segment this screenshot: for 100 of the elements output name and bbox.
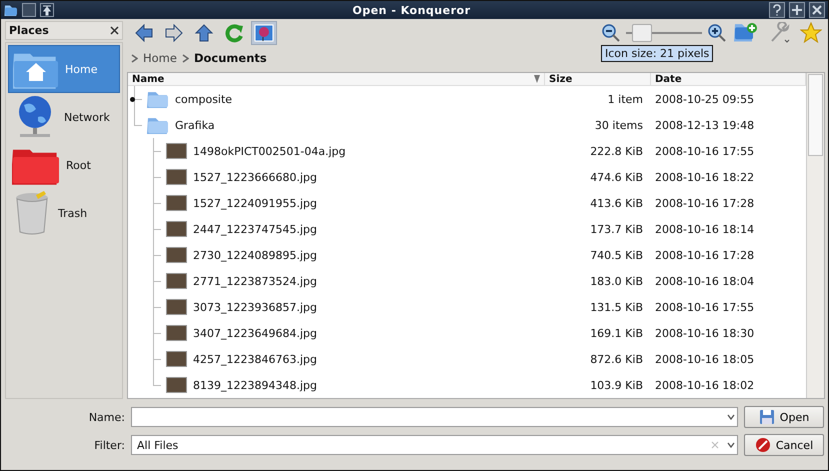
zoom-out-icon: [601, 23, 621, 43]
file-date: 2008-10-16 18:30: [654, 326, 756, 340]
folder-icon: [147, 116, 169, 134]
maximize-icon: [789, 2, 805, 18]
photo-placeholder: [166, 351, 187, 367]
column-header[interactable]: Size: [545, 73, 651, 85]
file-name: 2447_1223747545.jpg: [193, 222, 317, 236]
filter-field[interactable]: All Files: [131, 435, 738, 455]
file-size: 103.9 KiB: [589, 378, 644, 392]
folder-icon: [147, 90, 169, 108]
preview-toggle[interactable]: [251, 21, 277, 45]
file-row[interactable]: 3073_1223936857.jpg 131.5 KiB 2008-10-16 17:55: [128, 294, 806, 320]
keep-above-icon: [40, 3, 54, 17]
file-date: 2008-10-16 17:55: [654, 144, 756, 158]
file-name: composite: [175, 92, 232, 106]
dialog-button[interactable]: Open: [744, 406, 824, 428]
slider-handle[interactable]: [632, 24, 652, 42]
file-row[interactable]: 4257_1223846763.jpg 872.6 KiB 2008-10-16 18:05: [128, 346, 806, 372]
file-name: 1498okPICT002501-04a.jpg: [193, 144, 346, 158]
window-menu-button[interactable]: [22, 3, 36, 17]
help-icon: [769, 2, 785, 18]
file-name: Grafika: [175, 118, 215, 132]
up-arrow-icon: [194, 24, 214, 42]
folder-icon: [4, 4, 18, 16]
breadcrumb-item[interactable]: Documents: [194, 51, 267, 65]
file-size: 474.6 KiB: [589, 170, 644, 184]
file-date: 2008-10-16 17:28: [654, 196, 756, 210]
file-date: 2008-10-16 17:55: [654, 300, 756, 314]
sort-indicator-icon: [534, 75, 540, 83]
file-date: 2008-10-16 18:05: [654, 352, 756, 366]
window-title: Open - Konqueror: [351, 4, 472, 16]
forward-arrow-icon: [164, 24, 184, 42]
photo-placeholder: [166, 143, 187, 159]
photo-placeholder: [166, 247, 187, 263]
file-size: 872.6 KiB: [589, 352, 644, 366]
file-date: 2008-10-16 18:04: [654, 274, 756, 288]
expander-icon[interactable]: [130, 96, 135, 102]
file-name: 1527_1224091955.jpg: [193, 196, 317, 210]
file-size: 183.0 KiB: [589, 274, 644, 288]
file-size: 413.6 KiB: [589, 196, 644, 210]
place-item[interactable]: Home: [8, 45, 120, 93]
file-name: 1527_1223666680.jpg: [193, 170, 317, 184]
place-item[interactable]: Trash: [8, 189, 120, 237]
cancel-icon: [754, 437, 771, 453]
file-name: 3073_1223936857.jpg: [193, 300, 317, 314]
photo-placeholder: [166, 195, 187, 211]
file-name: 2730_1224089895.jpg: [193, 248, 317, 262]
clear-icon: [711, 441, 719, 449]
file-date: 2008-10-25 09:55: [654, 92, 756, 106]
field-label: Name:: [88, 410, 125, 424]
breadcrumb-item[interactable]: Home: [143, 51, 177, 65]
file-size: 222.8 KiB: [589, 144, 644, 158]
photo-placeholder: [166, 377, 187, 393]
photo-placeholder: [166, 325, 187, 341]
photo-placeholder: [166, 221, 187, 237]
photo-placeholder: [166, 299, 187, 315]
file-row[interactable]: 1498okPICT002501-04a.jpg 222.8 KiB 2008-10-16 17:55: [128, 138, 806, 164]
panel-title: Places: [9, 24, 49, 37]
photo-placeholder: [166, 273, 187, 289]
star-icon: [800, 22, 822, 44]
file-row[interactable]: 2730_1224089895.jpg 740.5 KiB 2008-10-16 17:28: [128, 242, 806, 268]
file-size: 1 item: [606, 92, 644, 106]
chevron-icon: [131, 54, 138, 62]
file-row[interactable]: 3407_1223649684.jpg 169.1 KiB 2008-10-16 18:30: [128, 320, 806, 346]
file-row[interactable]: composite 1 item 2008-10-25 09:55: [128, 86, 806, 112]
file-row[interactable]: 8139_1223894348.jpg 103.9 KiB 2008-10-16 18:02: [128, 372, 806, 398]
file-row[interactable]: 1527_1224091955.jpg 413.6 KiB 2008-10-16 17:28: [128, 190, 806, 216]
file-size: 740.5 KiB: [589, 248, 644, 262]
tooltip: Icon size: 21 pixels: [601, 45, 714, 62]
name-field[interactable]: [131, 407, 738, 427]
close-icon: [809, 2, 825, 18]
file-size: 173.7 KiB: [589, 222, 644, 236]
reload-icon: [224, 23, 244, 43]
file-row[interactable]: Grafika 30 items 2008-12-13 19:48: [128, 112, 806, 138]
back-arrow-icon: [134, 24, 154, 42]
chevron-icon: [182, 54, 189, 62]
dialog-button[interactable]: Cancel: [744, 434, 824, 456]
file-size: 30 items: [594, 118, 644, 132]
file-date: 2008-10-16 18:14: [654, 222, 756, 236]
scrollbar[interactable]: [806, 73, 824, 398]
file-name: 2771_1223873524.jpg: [193, 274, 317, 288]
file-date: 2008-10-16 17:28: [654, 248, 756, 262]
file-date: 2008-12-13 19:48: [654, 118, 756, 132]
file-name: 3407_1223649684.jpg: [193, 326, 317, 340]
photo-placeholder: [166, 169, 187, 185]
file-name: 8139_1223894348.jpg: [193, 378, 317, 392]
file-row[interactable]: 2771_1223873524.jpg 183.0 KiB 2008-10-16 18:04: [128, 268, 806, 294]
zoom-in-icon: [707, 23, 727, 43]
column-header[interactable]: Name: [128, 73, 545, 85]
file-size: 169.1 KiB: [589, 326, 644, 340]
file-date: 2008-10-16 18:02: [654, 378, 756, 392]
close-icon: [110, 26, 119, 35]
field-label: Filter:: [93, 438, 125, 452]
file-row[interactable]: 2447_1223747545.jpg 173.7 KiB 2008-10-16 18:14: [128, 216, 806, 242]
picture-icon: [254, 24, 274, 42]
place-item[interactable]: Network: [8, 93, 120, 141]
place-item[interactable]: Root: [8, 141, 120, 189]
new-folder-icon: [734, 22, 758, 44]
file-size: 131.5 KiB: [589, 300, 644, 314]
file-row[interactable]: 1527_1223666680.jpg 474.6 KiB 2008-10-16 18:22: [128, 164, 806, 190]
